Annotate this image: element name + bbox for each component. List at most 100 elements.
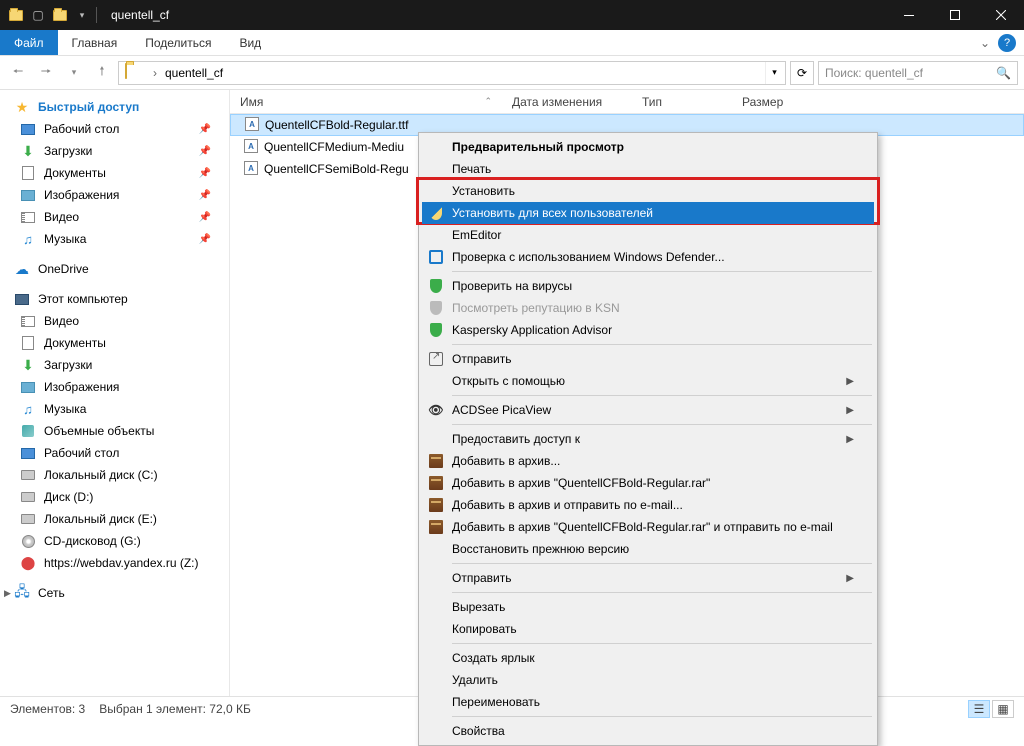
column-size[interactable]: Размер	[732, 95, 800, 109]
menu-send[interactable]: Отправить	[422, 348, 874, 370]
menu-send-to[interactable]: Отправить▶	[422, 567, 874, 589]
green-shield-icon	[428, 278, 444, 294]
sidebar-item-downloads[interactable]: ⬇Загрузки📌	[0, 140, 229, 162]
sidebar-item-pc-desktop[interactable]: Рабочий стол	[0, 442, 229, 464]
help-button[interactable]: ?	[998, 34, 1016, 52]
column-date[interactable]: Дата изменения	[502, 95, 632, 109]
address-dropdown-icon[interactable]: ▾	[765, 62, 783, 84]
menu-give-access[interactable]: Предоставить доступ к▶	[422, 428, 874, 450]
menu-defender[interactable]: Проверка с использованием Windows Defend…	[422, 246, 874, 268]
menu-rename[interactable]: Переименовать	[422, 691, 874, 713]
menu-kaspersky[interactable]: Kaspersky Application Advisor	[422, 319, 874, 341]
view-icons-button[interactable]: ▦	[992, 700, 1014, 718]
gray-shield-icon	[428, 300, 444, 316]
menu-archive-email[interactable]: Добавить в архив и отправить по e-mail..…	[422, 494, 874, 516]
menu-install-all-users[interactable]: Установить для всех пользователей	[422, 202, 874, 224]
tab-home[interactable]: Главная	[58, 30, 132, 55]
sidebar-item-pc-videos[interactable]: Видео	[0, 310, 229, 332]
nav-back-button[interactable]: 🠔	[6, 61, 30, 85]
column-type[interactable]: Тип	[632, 95, 732, 109]
menu-separator	[452, 643, 872, 644]
sidebar-item-disk-g[interactable]: CD-дисковод (G:)	[0, 530, 229, 552]
menu-emeditor[interactable]: EmEditor	[422, 224, 874, 246]
tab-share[interactable]: Поделиться	[131, 30, 225, 55]
network-icon: 🖧	[14, 585, 30, 601]
pictures-icon	[20, 379, 36, 395]
qat-dropdown-icon[interactable]: ▾	[74, 7, 90, 23]
menu-properties[interactable]: Свойства	[422, 720, 874, 742]
menu-print[interactable]: Печать	[422, 158, 874, 180]
system-menu-icon[interactable]	[8, 7, 24, 23]
sidebar-item-disk-d[interactable]: Диск (D:)	[0, 486, 229, 508]
sidebar-item-pictures[interactable]: Изображения📌	[0, 184, 229, 206]
column-name[interactable]: Имя⌃	[230, 95, 502, 109]
close-button[interactable]	[978, 0, 1024, 30]
sidebar-quick-access[interactable]: ★Быстрый доступ	[0, 96, 229, 118]
sidebar-network[interactable]: ▶🖧Сеть	[0, 582, 229, 604]
green-shield-icon	[428, 322, 444, 338]
pin-icon: 📌	[199, 234, 211, 245]
pictures-icon	[20, 187, 36, 203]
menu-separator	[452, 344, 872, 345]
sidebar-item-videos[interactable]: Видео📌	[0, 206, 229, 228]
sidebar-item-pc-downloads[interactable]: ⬇Загрузки	[0, 354, 229, 376]
menu-virus-check[interactable]: Проверить на вирусы	[422, 275, 874, 297]
font-icon: A	[244, 139, 260, 155]
font-icon: A	[245, 117, 261, 133]
menu-cut[interactable]: Вырезать	[422, 596, 874, 618]
search-input[interactable]: Поиск: quentell_cf 🔍	[818, 61, 1018, 85]
menu-create-shortcut[interactable]: Создать ярлык	[422, 647, 874, 669]
sidebar-item-disk-e[interactable]: Локальный диск (E:)	[0, 508, 229, 530]
sidebar-item-desktop[interactable]: Рабочий стол📌	[0, 118, 229, 140]
expand-icon[interactable]: ▶	[4, 588, 11, 599]
menu-archive-named-email[interactable]: Добавить в архив "QuentellCFBold-Regular…	[422, 516, 874, 538]
menu-delete[interactable]: Удалить	[422, 669, 874, 691]
menu-add-archive-named[interactable]: Добавить в архив "QuentellCFBold-Regular…	[422, 472, 874, 494]
rar-icon	[428, 497, 444, 513]
breadcrumb-caret[interactable]: ›	[147, 66, 163, 80]
download-icon: ⬇	[20, 357, 36, 373]
nav-history-dropdown[interactable]: ▾	[62, 61, 86, 85]
nav-forward-button[interactable]: 🠖	[34, 61, 58, 85]
maximize-button[interactable]	[932, 0, 978, 30]
menu-add-archive[interactable]: Добавить в архив...	[422, 450, 874, 472]
sidebar-item-pc-pictures[interactable]: Изображения	[0, 376, 229, 398]
sidebar-item-pc-3d[interactable]: Объемные объекты	[0, 420, 229, 442]
sidebar-item-documents[interactable]: Документы📌	[0, 162, 229, 184]
address-bar[interactable]: › quentell_cf ▾	[118, 61, 786, 85]
sidebar-item-music[interactable]: ♫Музыка📌	[0, 228, 229, 250]
search-icon[interactable]: 🔍	[996, 66, 1011, 80]
sidebar-item-pc-music[interactable]: ♫Музыка	[0, 398, 229, 420]
qat-properties-icon[interactable]: ▢	[30, 7, 46, 23]
view-details-button[interactable]: ☰	[968, 700, 990, 718]
submenu-arrow-icon: ▶	[846, 573, 854, 584]
submenu-arrow-icon: ▶	[846, 434, 854, 445]
minimize-button[interactable]	[886, 0, 932, 30]
sidebar-item-webdav[interactable]: ⬤https://webdav.yandex.ru (Z:)	[0, 552, 229, 574]
menu-open-with[interactable]: Открыть с помощью▶	[422, 370, 874, 392]
sidebar-this-pc[interactable]: Этот компьютер	[0, 288, 229, 310]
pin-icon: 📌	[199, 190, 211, 201]
tab-view[interactable]: Вид	[225, 30, 275, 55]
menu-preview[interactable]: Предварительный просмотр	[422, 136, 874, 158]
menu-install[interactable]: Установить	[422, 180, 874, 202]
video-icon	[20, 209, 36, 225]
nav-up-button[interactable]: 🠕	[90, 61, 114, 85]
window-title: quentell_cf	[111, 8, 169, 22]
breadcrumb-item[interactable]: quentell_cf	[163, 66, 225, 80]
navigation-pane: ★Быстрый доступ Рабочий стол📌 ⬇Загрузки📌…	[0, 90, 230, 696]
sidebar-onedrive[interactable]: ☁OneDrive	[0, 258, 229, 280]
refresh-button[interactable]: ⟳	[790, 61, 814, 85]
sidebar-item-disk-c[interactable]: Локальный диск (C:)	[0, 464, 229, 486]
qat-newfolder-icon[interactable]	[52, 7, 68, 23]
tab-file[interactable]: Файл	[0, 30, 58, 55]
ribbon-expand-icon[interactable]: ⌄	[972, 30, 998, 56]
menu-copy[interactable]: Копировать	[422, 618, 874, 640]
menu-acdsee[interactable]: 👁ACDSee PicaView▶	[422, 399, 874, 421]
menu-restore-version[interactable]: Восстановить прежнюю версию	[422, 538, 874, 560]
menu-separator	[452, 395, 872, 396]
menu-separator	[452, 271, 872, 272]
desktop-icon	[20, 445, 36, 461]
shield-icon	[428, 205, 444, 221]
sidebar-item-pc-documents[interactable]: Документы	[0, 332, 229, 354]
